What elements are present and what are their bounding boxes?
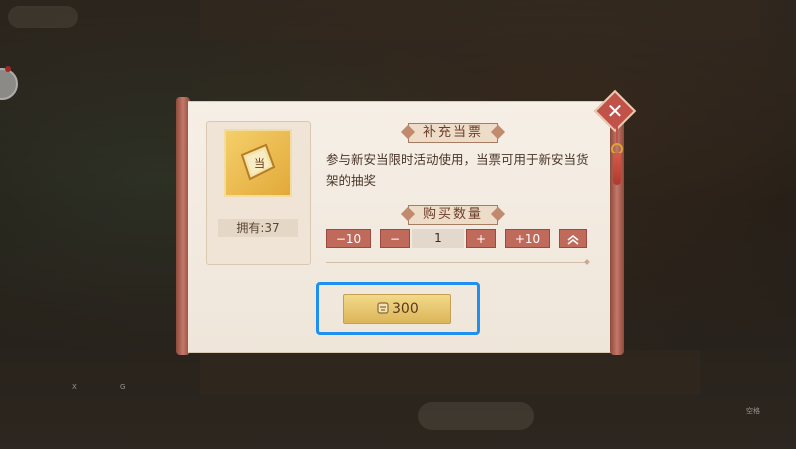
svg-text:当: 当	[254, 156, 265, 170]
tassel-decoration	[613, 153, 621, 185]
ticket-icon: 当	[240, 143, 276, 181]
quantity-field[interactable]: 1	[412, 229, 464, 248]
quantity-title: 购买数量	[408, 205, 498, 225]
double-chevron-up-icon	[567, 234, 579, 245]
close-icon[interactable]: ✕	[600, 96, 630, 126]
minus-ten-button[interactable]: −10	[326, 229, 371, 248]
divider	[326, 262, 588, 263]
owned-count-label: 拥有:37	[218, 219, 298, 237]
dialog-title: 补充当票	[408, 123, 498, 143]
buy-price: 300	[392, 301, 419, 317]
tassel-cord	[616, 126, 618, 144]
item-description: 参与新安当限时活动使用，当票可用于新安当货架的抽奖	[326, 152, 589, 188]
plus-button[interactable]: +	[466, 229, 496, 248]
plus-ten-button[interactable]: +10	[505, 229, 550, 248]
max-quantity-button[interactable]	[559, 229, 587, 248]
coin-icon	[377, 302, 389, 314]
minus-button[interactable]: −	[380, 229, 410, 248]
